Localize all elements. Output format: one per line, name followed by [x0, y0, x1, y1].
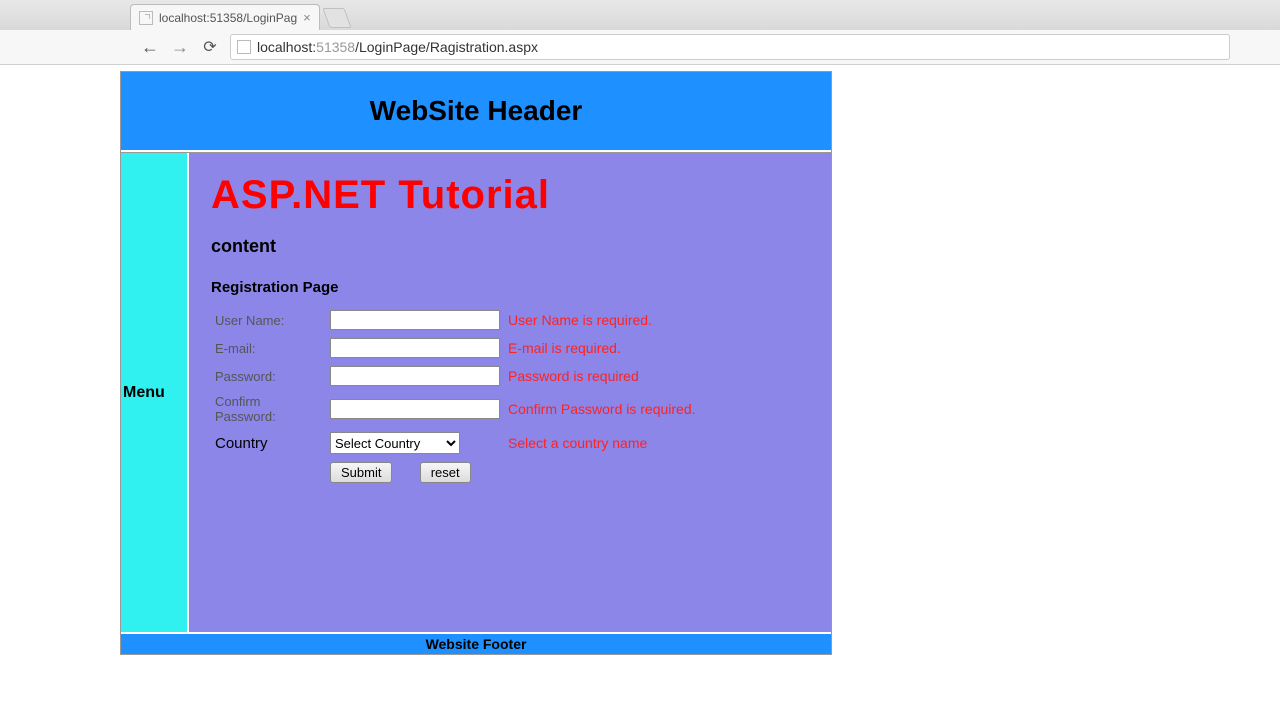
password-label: Password: — [211, 362, 326, 390]
url-path: /LoginPage/Ragistration.aspx — [355, 39, 538, 55]
email-label: E-mail: — [211, 334, 326, 362]
confirm-password-input[interactable] — [330, 399, 500, 419]
registration-form: User Name: User Name is required. E-mail… — [211, 306, 700, 487]
country-error: Select a country name — [504, 428, 700, 458]
content-area: ASP.NET Tutorial content Registration Pa… — [189, 153, 831, 632]
page-icon — [139, 11, 153, 25]
tutorial-title: ASP.NET Tutorial — [211, 173, 809, 218]
tab-title: localhost:51358/LoginPag — [159, 11, 297, 25]
site-container: WebSite Header Menu ASP.NET Tutorial con… — [120, 71, 832, 655]
reset-button[interactable]: reset — [420, 462, 471, 483]
site-footer: Website Footer — [121, 632, 831, 654]
browser-tab[interactable]: localhost:51358/LoginPag × — [130, 4, 320, 30]
password-input[interactable] — [330, 366, 500, 386]
email-input[interactable] — [330, 338, 500, 358]
page-heading: Registration Page — [211, 279, 809, 296]
email-error: E-mail is required. — [504, 334, 700, 362]
submit-button[interactable]: Submit — [330, 462, 392, 483]
page-viewport: WebSite Header Menu ASP.NET Tutorial con… — [0, 65, 1280, 720]
browser-chrome: localhost:51358/LoginPag × ← → ⟳ localho… — [0, 0, 1280, 65]
confirm-password-error: Confirm Password is required. — [504, 390, 700, 428]
forward-button: → — [170, 37, 190, 58]
confirm-password-label: Confirm Password: — [211, 390, 326, 428]
close-icon[interactable]: × — [303, 11, 311, 24]
content-heading: content — [211, 236, 809, 257]
username-label: User Name: — [211, 306, 326, 334]
username-error: User Name is required. — [504, 306, 700, 334]
username-input[interactable] — [330, 310, 500, 330]
address-bar[interactable]: localhost:51358/LoginPage/Ragistration.a… — [230, 34, 1230, 60]
reload-button[interactable]: ⟳ — [200, 37, 220, 57]
page-icon — [237, 40, 251, 54]
password-error: Password is required — [504, 362, 700, 390]
menu-sidebar: Menu — [121, 153, 189, 632]
nav-toolbar: ← → ⟳ localhost:51358/LoginPage/Ragistra… — [0, 30, 1280, 64]
site-header: WebSite Header — [121, 72, 831, 152]
back-button[interactable]: ← — [140, 37, 160, 58]
menu-label: Menu — [123, 384, 165, 402]
url-port: 51358 — [316, 39, 355, 55]
country-select[interactable]: Select Country — [330, 432, 460, 454]
new-tab-button[interactable] — [322, 8, 351, 28]
tab-strip: localhost:51358/LoginPag × — [0, 0, 1280, 30]
url-host: localhost: — [257, 39, 316, 55]
country-label: Country — [211, 428, 326, 458]
